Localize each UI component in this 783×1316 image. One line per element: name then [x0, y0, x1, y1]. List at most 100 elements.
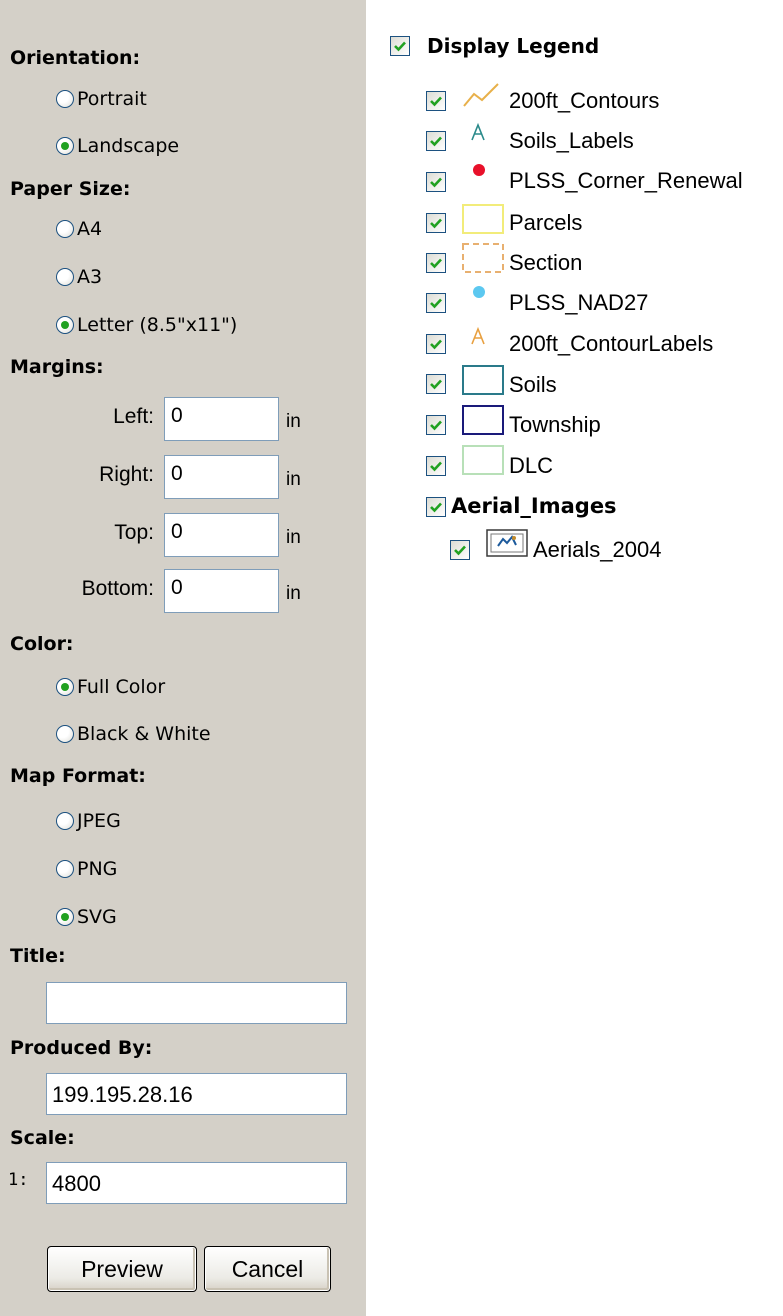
layer-checkbox-parcels[interactable]: [426, 213, 446, 233]
cancel-button[interactable]: Cancel: [204, 1246, 331, 1292]
paper-size-heading: Paper Size:: [10, 178, 131, 200]
layer-checkbox-200ft-contourlabels[interactable]: [426, 334, 446, 354]
layer-label-parcels: Parcels: [509, 210, 583, 235]
radio-label: A3: [77, 266, 103, 288]
margin-unit-label: in: [286, 583, 301, 604]
orientation-portrait-radio[interactable]: Portrait: [56, 84, 147, 114]
produced-by-input[interactable]: 199.195.28.16: [46, 1073, 347, 1115]
raster-icon: [486, 529, 528, 557]
layer-checkbox-aerials-2004[interactable]: [450, 540, 470, 560]
color-bw-radio[interactable]: Black & White: [56, 719, 211, 749]
paper-size-letter-radio[interactable]: Letter (8.5"x11"): [56, 310, 237, 340]
produced-by-heading: Produced By:: [10, 1037, 153, 1059]
radio-label: Landscape: [77, 135, 180, 157]
checkmark-icon: [430, 136, 442, 147]
layer-label-dlc: DLC: [509, 453, 554, 478]
radio-label: Portrait: [77, 88, 147, 110]
margin-bottom-row: Bottom: 0 in: [0, 569, 366, 615]
layer-checkbox-section[interactable]: [426, 253, 446, 273]
checkmark-icon: [394, 41, 406, 52]
color-full-radio[interactable]: Full Color: [56, 672, 165, 702]
checkmark-icon: [430, 420, 442, 431]
display-legend-checkbox[interactable]: [390, 36, 410, 56]
margin-right-input[interactable]: 0: [164, 455, 279, 499]
radio-label: Letter (8.5"x11"): [77, 314, 238, 336]
polygon-icon: [462, 204, 504, 234]
text-a-icon: [471, 326, 485, 345]
layer-label-soils: Soils: [509, 372, 557, 397]
radio-button-icon[interactable]: [56, 137, 74, 155]
orientation-landscape-radio[interactable]: Landscape: [56, 131, 179, 161]
margin-unit-label: in: [286, 411, 301, 432]
checkmark-icon: [430, 96, 442, 107]
line-icon: [463, 83, 499, 107]
margin-unit-label: in: [286, 469, 301, 490]
point-icon: [473, 164, 485, 176]
layer-checkbox-200ft-contours[interactable]: [426, 91, 446, 111]
layer-checkbox-soils-labels[interactable]: [426, 131, 446, 151]
margin-top-input[interactable]: 0: [164, 513, 279, 557]
group-checkbox-aerial-images[interactable]: [426, 497, 446, 517]
format-jpeg-radio[interactable]: JPEG: [56, 806, 121, 836]
title-heading: Title:: [10, 945, 66, 967]
color-heading: Color:: [10, 633, 74, 655]
layer-checkbox-soils[interactable]: [426, 374, 446, 394]
radio-label: Full Color: [77, 676, 166, 698]
layer-label-200ft-contourlabels: 200ft_ContourLabels: [509, 331, 714, 356]
radio-button-icon[interactable]: [56, 268, 74, 286]
radio-label: Black & White: [77, 723, 211, 745]
layer-checkbox-plss-corner-renewal[interactable]: [426, 172, 446, 192]
margin-top-row: Top: 0 in: [0, 513, 366, 559]
checkmark-icon: [430, 177, 442, 188]
radio-button-icon[interactable]: [56, 90, 74, 108]
checkmark-icon: [430, 218, 442, 229]
margin-bottom-label: Bottom:: [81, 577, 154, 600]
radio-label: JPEG: [77, 810, 121, 832]
layer-label-aerials-2004: Aerials_2004: [533, 537, 662, 562]
margin-right-label: Right:: [99, 463, 154, 486]
radio-button-icon[interactable]: [56, 860, 74, 878]
layer-checkbox-plss-nad27[interactable]: [426, 293, 446, 313]
layer-label-plss-nad27: PLSS_NAD27: [509, 290, 649, 315]
layer-checkbox-dlc[interactable]: [426, 456, 446, 476]
checkmark-icon: [430, 461, 442, 472]
radio-button-icon[interactable]: [56, 678, 74, 696]
scale-input[interactable]: 4800: [46, 1162, 347, 1204]
layer-checkbox-township[interactable]: [426, 415, 446, 435]
margin-bottom-input[interactable]: 0: [164, 569, 279, 613]
radio-label: SVG: [77, 906, 117, 928]
margin-left-label: Left:: [113, 405, 154, 428]
radio-button-icon[interactable]: [56, 908, 74, 926]
scale-heading: Scale:: [10, 1127, 75, 1149]
title-input[interactable]: [46, 982, 347, 1024]
format-png-radio[interactable]: PNG: [56, 854, 117, 884]
polygon-icon: [462, 445, 504, 475]
margin-left-input[interactable]: 0: [164, 397, 279, 441]
radio-button-icon[interactable]: [56, 725, 74, 743]
radio-button-icon[interactable]: [56, 812, 74, 830]
orientation-heading: Orientation:: [10, 47, 141, 69]
layer-label-plss-corner-renewal: PLSS_Corner_Renewal: [509, 168, 743, 193]
print-options-panel: Orientation: Portrait Landscape Paper Si…: [0, 0, 366, 1316]
map-format-heading: Map Format:: [10, 765, 146, 787]
format-svg-radio[interactable]: SVG: [56, 902, 117, 932]
checkmark-icon: [430, 258, 442, 269]
margin-top-label: Top:: [114, 521, 154, 544]
paper-size-a3-radio[interactable]: A3: [56, 262, 102, 292]
radio-button-icon[interactable]: [56, 220, 74, 238]
layer-label-200ft-contours: 200ft_Contours: [509, 88, 660, 113]
preview-button[interactable]: Preview: [47, 1246, 197, 1292]
checkmark-icon: [430, 298, 442, 309]
scale-prefix: 1:: [8, 1170, 29, 1190]
group-label-aerial-images: Aerial_Images: [451, 494, 617, 518]
radio-button-icon[interactable]: [56, 316, 74, 334]
layer-label-section: Section: [509, 250, 583, 275]
point-icon: [473, 286, 485, 298]
dashed-polygon-icon: [462, 243, 504, 273]
radio-label: PNG: [77, 858, 118, 880]
paper-size-a4-radio[interactable]: A4: [56, 214, 102, 244]
checkmark-icon: [454, 545, 466, 556]
radio-label: A4: [77, 218, 103, 240]
display-legend-label: Display Legend: [427, 34, 600, 58]
polygon-icon: [462, 365, 504, 395]
